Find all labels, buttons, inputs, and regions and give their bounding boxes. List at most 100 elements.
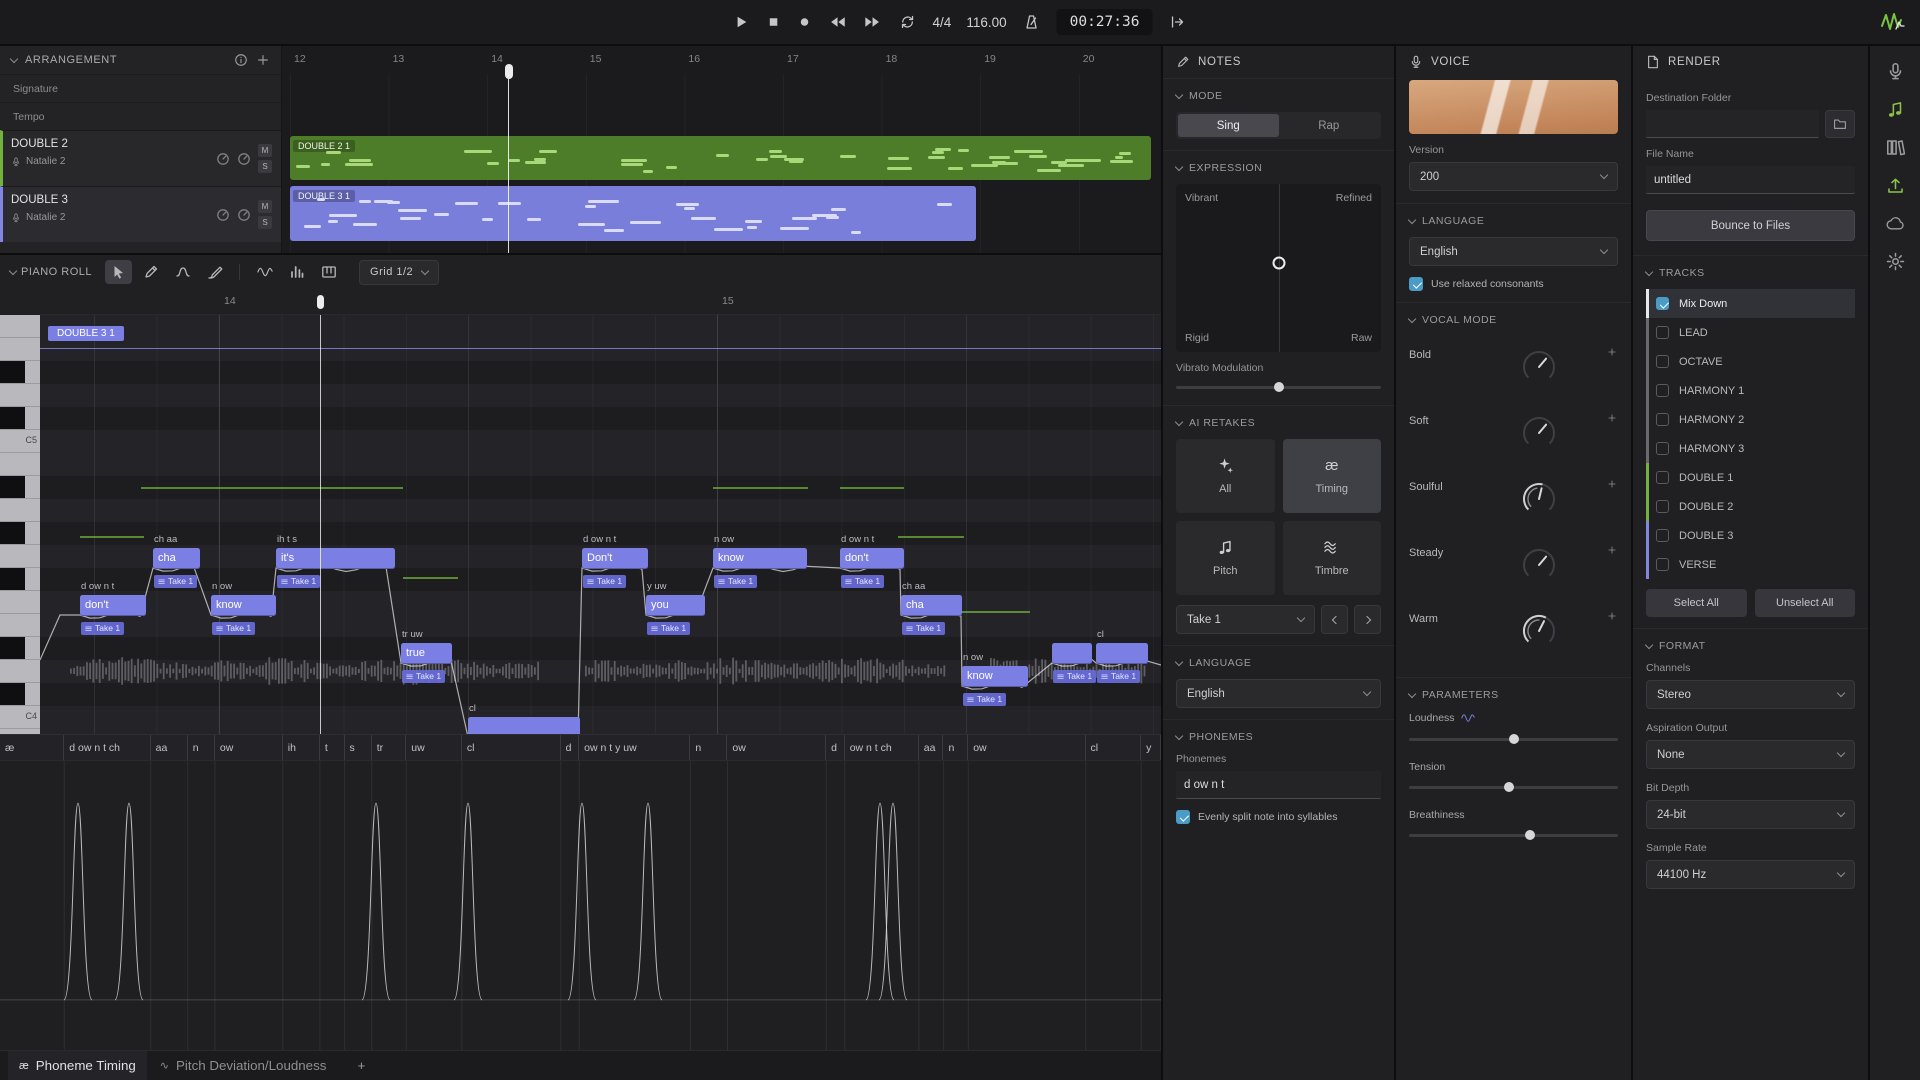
phoneme-segment[interactable]: cl	[462, 735, 561, 760]
take-badge[interactable]: Take 1	[154, 575, 197, 588]
phoneme-segment[interactable]: d ow n t ch	[64, 735, 150, 760]
phoneme-segment[interactable]: y	[1141, 735, 1161, 760]
section-chevron-icon[interactable]	[1175, 417, 1183, 425]
piano-key[interactable]	[0, 637, 40, 660]
piano-key[interactable]	[0, 453, 40, 476]
note[interactable]: n ow know Take 1	[713, 548, 807, 569]
take-badge[interactable]: Take 1	[963, 693, 1006, 706]
piano-key[interactable]	[0, 315, 40, 338]
tension-slider[interactable]	[1409, 780, 1618, 794]
previous-take-button[interactable]	[1321, 605, 1348, 634]
note[interactable]: n ow know Take 1	[211, 595, 276, 616]
relaxed-consonants-checkbox-row[interactable]: Use relaxed consonants	[1409, 277, 1618, 291]
piano-key[interactable]: C4	[0, 706, 40, 729]
playhead[interactable]	[320, 315, 321, 734]
phoneme-segment[interactable]: tr	[372, 735, 407, 760]
note[interactable]: d ow n t don't Take 1	[840, 548, 904, 569]
time-signature[interactable]: 4/4	[933, 15, 952, 30]
section-chevron-icon[interactable]	[1175, 731, 1183, 739]
xy-pad-thumb[interactable]	[1272, 256, 1285, 269]
phonemes-input[interactable]	[1176, 771, 1381, 799]
clip-tag[interactable]: DOUBLE 3 1	[48, 326, 124, 341]
phoneme-segment[interactable]: n	[943, 735, 968, 760]
mute-button[interactable]: M	[258, 144, 272, 157]
format-field-dropdown[interactable]: Stereo	[1646, 680, 1855, 709]
piano-key[interactable]: C5	[0, 430, 40, 453]
solo-button[interactable]: S	[258, 160, 272, 173]
note[interactable]: n ow know Take 1	[962, 666, 1028, 687]
piano-roll-ruler[interactable]: 1415	[40, 289, 1161, 315]
note[interactable]: ch aa cha Take 1	[901, 595, 962, 616]
checkbox-icon[interactable]	[1656, 413, 1669, 426]
take-badge[interactable]: Take 1	[647, 622, 690, 635]
phoneme-segment[interactable]: ow	[215, 735, 283, 760]
retake-timing-button[interactable]: æTiming	[1283, 439, 1382, 513]
play-button[interactable]	[733, 13, 751, 31]
take-badge[interactable]: Take 1	[1053, 670, 1096, 683]
voice-language-dropdown[interactable]: English	[1409, 237, 1618, 266]
collapse-chevron-icon[interactable]	[9, 266, 17, 274]
mute-button[interactable]: M	[258, 200, 272, 213]
checkbox-icon[interactable]	[1656, 529, 1669, 542]
piano-key[interactable]	[0, 683, 40, 706]
take-badge[interactable]: Take 1	[212, 622, 255, 635]
section-chevron-icon[interactable]	[1645, 267, 1653, 275]
checkbox-icon[interactable]	[1656, 500, 1669, 513]
spline-tool-button[interactable]	[169, 260, 196, 284]
piano-key[interactable]	[0, 660, 40, 683]
add-warm-automation-icon[interactable]	[1606, 609, 1618, 621]
tab-pitch-deviation-loudness[interactable]: ∿Pitch Deviation/Loudness	[149, 1051, 338, 1080]
phoneme-segment[interactable]: n	[188, 735, 215, 760]
checkbox-icon[interactable]	[1656, 471, 1669, 484]
add-soulful-automation-icon[interactable]	[1606, 477, 1618, 489]
vibrato-modulation-slider[interactable]	[1176, 380, 1381, 394]
piano-key[interactable]	[0, 545, 40, 568]
add-soft-automation-icon[interactable]	[1606, 411, 1618, 423]
phoneme-segment[interactable]: uw	[406, 735, 462, 760]
checkbox-checked-icon[interactable]	[1176, 810, 1190, 824]
piano-key[interactable]	[0, 384, 40, 407]
take-badge[interactable]: Take 1	[902, 622, 945, 635]
expression-xy-pad[interactable]: Vibrant Refined Rigid Raw	[1176, 184, 1381, 352]
note[interactable]: d ow n t Don't Take 1	[582, 548, 648, 569]
checkbox-checked-icon[interactable]	[1656, 297, 1669, 310]
go-to-end-button[interactable]	[1167, 12, 1187, 32]
piano-key[interactable]	[0, 361, 40, 384]
checkbox-icon[interactable]	[1656, 442, 1669, 455]
take-badge[interactable]: Take 1	[714, 575, 757, 588]
piano-keys[interactable]: C5 C4	[0, 315, 40, 734]
format-field-dropdown[interactable]: None	[1646, 740, 1855, 769]
piano-key[interactable]	[0, 338, 40, 361]
piano-key[interactable]	[0, 522, 40, 545]
note[interactable]: tr uw true Take 1	[401, 643, 452, 664]
take-badge[interactable]: Take 1	[81, 622, 124, 635]
stop-button[interactable]	[766, 14, 782, 30]
render-track-double-2[interactable]: DOUBLE 2	[1646, 492, 1855, 521]
destination-folder-input[interactable]	[1646, 110, 1819, 138]
breathiness-slider[interactable]	[1409, 828, 1618, 842]
mode-sing-button[interactable]: Sing	[1178, 114, 1279, 137]
phoneme-segment[interactable]: aa	[151, 735, 188, 760]
add-track-icon[interactable]	[256, 53, 270, 67]
checkbox-icon[interactable]	[1656, 326, 1669, 339]
piano-key[interactable]	[0, 499, 40, 522]
arrangement-clip[interactable]: DOUBLE 3 1	[290, 186, 976, 241]
note[interactable]: d ow n t don't Take 1	[80, 595, 146, 616]
note[interactable]: Take 1	[1052, 643, 1092, 664]
phoneme-timing-editor[interactable]	[0, 760, 1161, 1050]
checkbox-icon[interactable]	[1656, 355, 1669, 368]
playhead-handle[interactable]	[317, 295, 324, 309]
phoneme-segment[interactable]: æ	[0, 735, 64, 760]
render-track-harmony-1[interactable]: HARMONY 1	[1646, 376, 1855, 405]
file-name-input[interactable]	[1646, 166, 1855, 194]
add-steady-automation-icon[interactable]	[1606, 543, 1618, 555]
keyboard-view-button[interactable]	[315, 260, 342, 284]
arrangement-track-double-2[interactable]: DOUBLE 2 Natalie 2 M S	[0, 130, 281, 186]
loudness-view-button[interactable]	[283, 260, 310, 284]
phoneme-segment[interactable]: cl	[1086, 735, 1142, 760]
unselect-all-button[interactable]: Unselect All	[1755, 589, 1856, 617]
phoneme-segment[interactable]: ow	[968, 735, 1085, 760]
phoneme-segment[interactable]: ih	[283, 735, 320, 760]
phoneme-segment[interactable]: aa	[919, 735, 944, 760]
arrangement-clip[interactable]: DOUBLE 2 1	[290, 136, 1151, 180]
